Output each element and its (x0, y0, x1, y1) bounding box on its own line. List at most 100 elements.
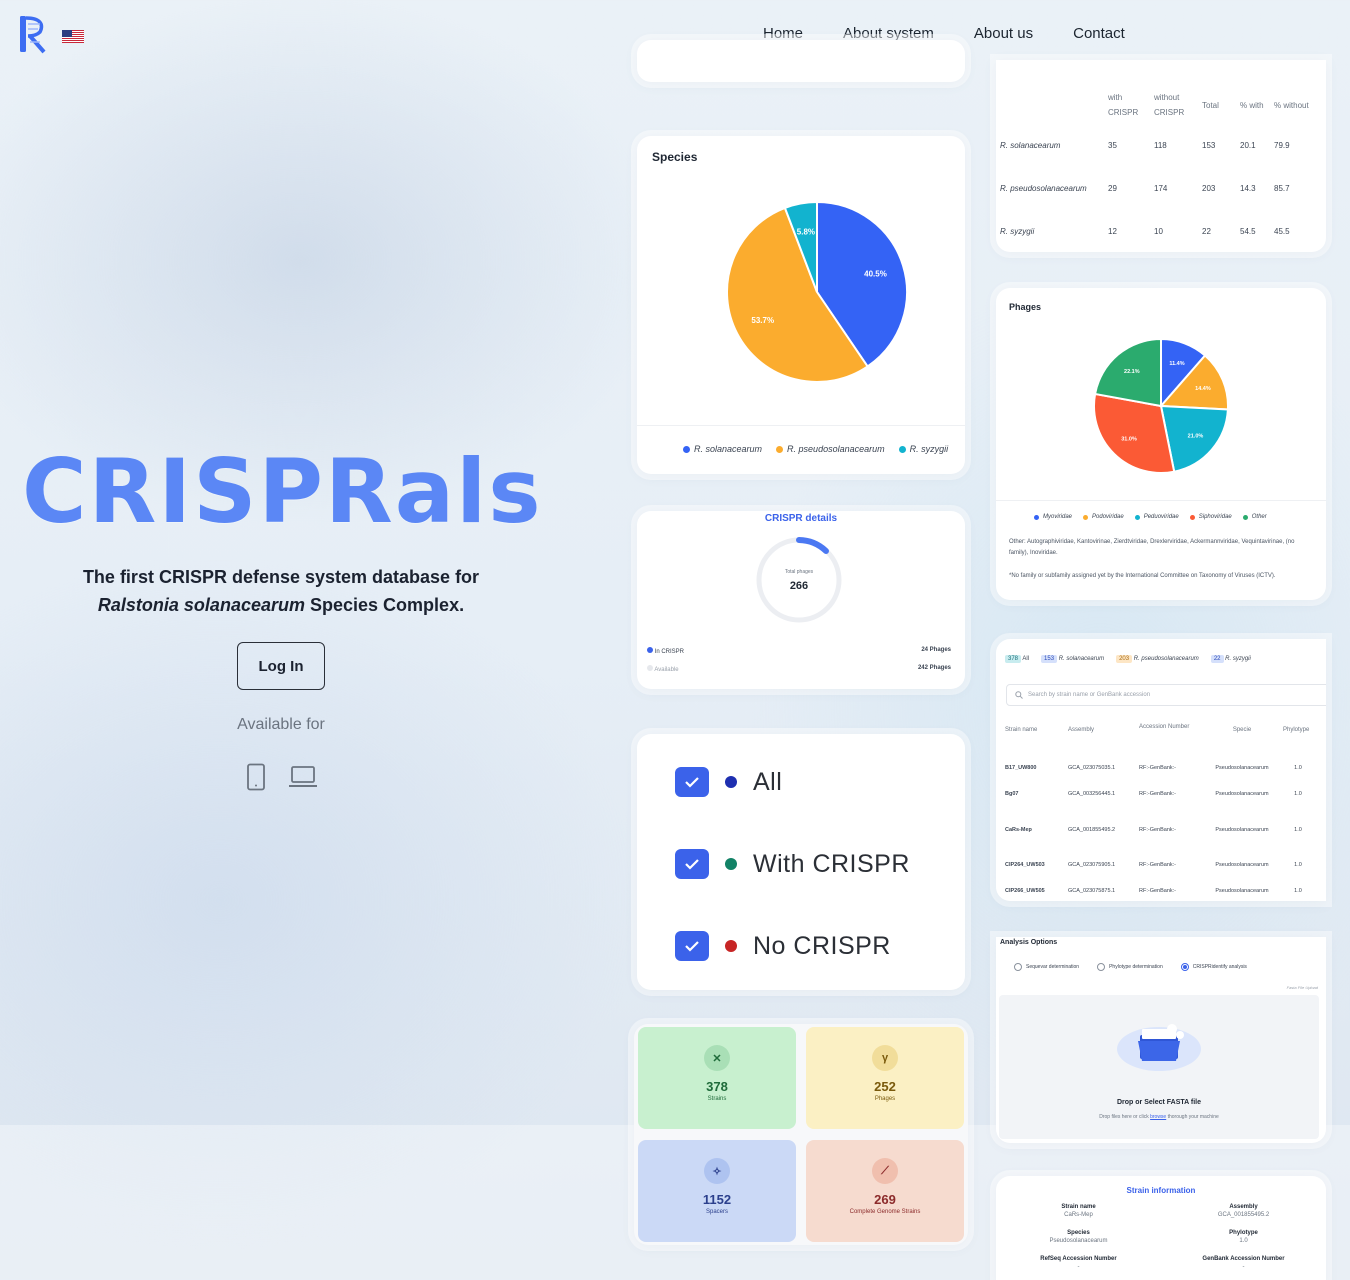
legend-label: Podoviridae (1092, 514, 1124, 520)
table-row[interactable]: Bg07 GCA_003256445.1 RF:-GenBank:- Pseudoso… (1005, 791, 1325, 797)
strain-tab-all[interactable]: 378 All (1005, 655, 1030, 663)
table-header: Total (1202, 100, 1219, 110)
table-header: Assembly (1068, 727, 1095, 733)
strain-tab-solanacearum[interactable]: 153 R. solanacearum (1041, 655, 1104, 663)
phage-icon: γ (872, 1045, 898, 1071)
species-legend: R. solanacearum R. pseudosolanacearum R.… (683, 444, 948, 454)
table-row[interactable]: CaRs-Mep GCA_001855495.2 RF:-GenBank:- Pseu… (1005, 827, 1325, 833)
table-cell: Pseudosolanacearum (1215, 791, 1269, 797)
table-cell: R. pseudosolanacearum (1000, 184, 1087, 193)
table-cell: 1.0 (1294, 791, 1302, 797)
tab-label: R. pseudosolanacearum (1133, 656, 1199, 662)
nav-about-us-link[interactable]: About us (974, 25, 1033, 42)
checkbox-checked-icon[interactable] (675, 931, 709, 961)
option-crispridentify[interactable]: CRISPRidentify analysis (1180, 963, 1247, 971)
filter-label: With CRISPR (753, 849, 910, 878)
info-value: - (1077, 1264, 1080, 1270)
crispr-donut-value: 266 (789, 580, 809, 592)
tab-count-badge: 378 (1005, 655, 1022, 663)
table-cell: 85.7 (1274, 184, 1290, 193)
table-cell: 29 (1108, 184, 1117, 193)
phages-note-ictv: *No family or subfamily assigned yet by … (1009, 573, 1276, 579)
radio-icon[interactable] (1014, 963, 1022, 971)
checkbox-checked-icon[interactable] (675, 767, 709, 797)
filter-no-crispr[interactable]: No CRISPR (675, 931, 891, 961)
stats-card: ✕ 378 Strains γ 252 Phages ✧ 1152 Spacer… (634, 1024, 968, 1245)
radio-selected-icon[interactable] (1180, 963, 1189, 971)
phages-legend: Myoviridae Podoviridae Peduoviridae Siph… (1034, 514, 1267, 520)
dropzone-sub-text: thorough your machine (1167, 1114, 1219, 1120)
table-row[interactable]: CIP264_UW503 GCA_023075905.1 RF:-GenBank:-… (1005, 862, 1325, 868)
legend-item: R. syzygii (898, 444, 948, 454)
pie-slice-label: 5.8% (797, 227, 815, 236)
legend-item: Other (1242, 514, 1267, 520)
legend-label: Siphoviridae (1198, 514, 1232, 520)
crispr-row-label: In CRISPR (647, 647, 684, 655)
hero-subtitle: The first CRISPR defense system database… (40, 563, 522, 619)
dropzone-title: Drop or Select FASTA file (1116, 1099, 1201, 1106)
stat-value: 1152 (702, 1192, 732, 1207)
crispr-row-available: Available 242 Phages (647, 665, 951, 673)
crispr-filter-card: All With CRISPR No CRISPR (637, 734, 965, 990)
table-cell: 118 (1154, 141, 1167, 150)
upload-hint: Fasta File Upload (1286, 985, 1318, 990)
legend-item: R. solanacearum (683, 444, 762, 454)
info-value: - (1242, 1264, 1245, 1270)
login-button[interactable]: Log In (237, 642, 325, 690)
nav-contact-link[interactable]: Contact (1073, 25, 1125, 42)
table-cell: 14.3 (1240, 184, 1256, 193)
browse-link[interactable]: browse (1150, 1114, 1166, 1120)
option-label: CRISPRidentify analysis (1192, 964, 1247, 970)
strain-tab-syzygii[interactable]: 22 R. syzygii (1210, 655, 1251, 663)
species-chart-card: Species 40.5% 53.7% 5.8% R. solanacearum R… (637, 136, 965, 474)
crispr-row-value: 242 Phages (917, 665, 951, 671)
fasta-dropzone[interactable]: Drop or Select FASTA file Drop files her… (999, 995, 1319, 1139)
table-cell: 1.0 (1294, 888, 1302, 894)
tab-label: All (1022, 656, 1030, 662)
stat-tile-genomes: ⟋ 269 Complete Genome Strains (806, 1140, 964, 1242)
table-cell: 174 (1154, 184, 1168, 193)
info-field: Strain name CaRs-Mep (996, 1204, 1161, 1218)
table-cell: Pseudosolanacearum (1215, 862, 1269, 868)
legend-label: Myoviridae (1043, 514, 1073, 520)
tab-count-badge: 153 (1041, 655, 1058, 663)
table-header: % with (1240, 100, 1264, 110)
genome-icon: ⟋ (872, 1158, 898, 1184)
filter-label: All (753, 767, 783, 796)
table-cell: 1.0 (1294, 862, 1302, 868)
table-row[interactable]: B17_UW800 GCA_023075035.1 RF:-GenBank:- Pse… (1005, 765, 1325, 771)
us-flag-icon[interactable] (62, 30, 84, 43)
strain-list-card: 378 All 153 R. solanacearum 203 R. pseud… (996, 639, 1326, 901)
stat-value: 378 (706, 1079, 728, 1094)
phages-chart-card: Phages 11.4% 14.4% 21.0% 31.0% 22.1% Myoviri… (996, 288, 1326, 600)
crispr-logo-icon[interactable] (18, 14, 48, 54)
option-phylotype[interactable]: Phylotype determination (1097, 963, 1163, 971)
analysis-options: Sequevar determination Phylotype determi… (1014, 963, 1247, 971)
status-dot (725, 940, 737, 952)
table-cell: 1.0 (1294, 827, 1302, 833)
available-for-label: Available for (237, 716, 325, 733)
info-field: GenBank Accession Number - (1161, 1256, 1326, 1270)
strain-search-box[interactable]: Search by strain name or GenBank accessi… (1006, 684, 1326, 706)
strain-tab-pseudosolanacearum[interactable]: 203 R. pseudosolanacearum (1116, 655, 1199, 663)
legend-label: R. solanacearum (694, 444, 763, 454)
table-cell: 79.9 (1274, 141, 1290, 150)
legend-label: Other (1251, 514, 1267, 520)
table-row[interactable]: CIP266_UW505 GCA_023075875.1 RF:-GenBank:-… (1005, 888, 1325, 894)
device-icons (246, 763, 318, 791)
filter-with-crispr[interactable]: With CRISPR (675, 849, 910, 879)
option-sequevar[interactable]: Sequevar determination (1014, 963, 1079, 971)
radio-icon[interactable] (1097, 963, 1106, 971)
strain-search-placeholder: Search by strain name or GenBank accessi… (1028, 692, 1151, 698)
legend-item: Podoviridae (1083, 514, 1124, 520)
phages-note-other: Other: Autographiviridae, Kantovirinae, … (1009, 539, 1295, 556)
info-label: Species (1067, 1230, 1090, 1236)
table-cell: RF:-GenBank:- (1139, 888, 1176, 894)
checkbox-checked-icon[interactable] (675, 849, 709, 879)
strain-info-title: Strain information (1126, 1186, 1196, 1195)
table-cell: R. syzygii (1000, 227, 1035, 236)
strain-table-header: Strain name Assembly Accession Number Sp… (1005, 724, 1325, 733)
table-cell: 10 (1154, 227, 1163, 236)
filter-all[interactable]: All (675, 767, 782, 797)
table-header: Specie (1232, 727, 1252, 733)
